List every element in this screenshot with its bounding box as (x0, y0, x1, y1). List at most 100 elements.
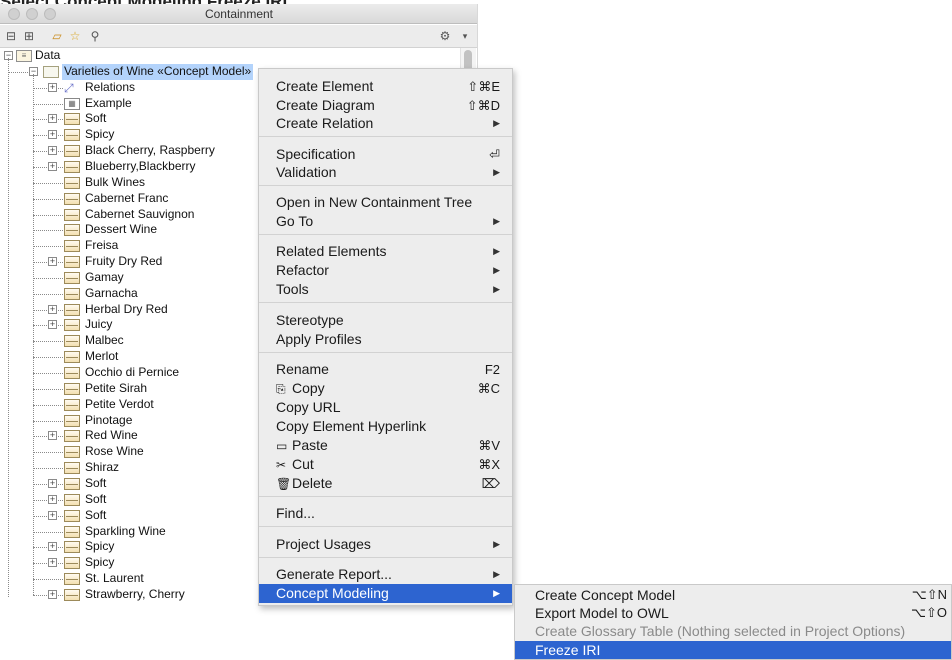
expand-toggle-icon[interactable]: + (48, 478, 57, 488)
tree-row[interactable]: Dessert Wine (0, 222, 260, 238)
tree-label: Shiraz (85, 460, 120, 475)
expand-toggle-icon[interactable]: + (48, 146, 57, 156)
menu-item-specification[interactable]: Specification ⏎ (259, 145, 512, 164)
menu-item-create-element[interactable]: Create Element ⇧⌘E (259, 77, 512, 96)
collapse-icon[interactable]: ⊟ (2, 28, 20, 45)
menu-label: Paste (292, 437, 328, 453)
submenu-arrow-icon: ▶ (493, 167, 500, 177)
menu-item-validation[interactable]: Validation ▶ (259, 163, 512, 182)
tree-row[interactable]: + Soft (0, 111, 260, 127)
menu-item-create-diagram[interactable]: Create Diagram ⇧⌘D (259, 96, 512, 115)
expand-toggle-icon[interactable]: + (48, 257, 57, 267)
tree-row[interactable]: Petite Verdot (0, 397, 260, 413)
tree-row[interactable]: Rose Wine (0, 444, 260, 460)
expand-toggle-icon[interactable]: + (48, 558, 57, 568)
menu-item-tools[interactable]: Tools ▶ (259, 280, 512, 299)
dropdown-icon[interactable]: ▾ (456, 28, 474, 45)
menu-label: Create Concept Model (535, 587, 676, 603)
menu-item-find[interactable]: Find... (259, 504, 512, 523)
tree-row[interactable]: Merlot (0, 349, 260, 365)
tree-row[interactable]: Occhio di Pernice (0, 365, 260, 381)
tree-row-root[interactable]: − ≡ Data (0, 48, 460, 64)
menu-item-copy-hyperlink[interactable]: Copy Element Hyperlink (259, 417, 512, 436)
menu-item-open-new-tree[interactable]: Open in New Containment Tree (259, 193, 512, 212)
class-icon (64, 382, 80, 395)
tree-row[interactable]: + Herbal Dry Red (0, 302, 260, 318)
menu-item-cut[interactable]: ✂ Cut ⌘X (259, 455, 512, 474)
tree-row[interactable]: + Soft (0, 492, 260, 508)
menu-item-delete[interactable]: 🗑Delete ⌦ (259, 474, 512, 493)
menu-item-refactor[interactable]: Refactor ▶ (259, 261, 512, 280)
trash-icon: 🗑 (276, 477, 292, 491)
expand-toggle-icon[interactable]: + (48, 589, 57, 599)
tree-row[interactable]: + Black Cherry, Raspberry (0, 143, 260, 159)
menu-separator (259, 136, 512, 137)
tree-row[interactable]: ▦ Example (0, 96, 260, 112)
tree-row[interactable]: + Red Wine (0, 428, 260, 444)
menu-item-concept-modeling[interactable]: Concept Modeling ▶ (259, 584, 512, 603)
expand-toggle-icon[interactable]: + (48, 114, 57, 124)
tree-row[interactable]: Gamay (0, 270, 260, 286)
expand-toggle-icon[interactable]: + (48, 494, 57, 504)
expand-toggle-icon[interactable]: + (48, 130, 57, 140)
expand-toggle-icon[interactable]: + (48, 542, 57, 552)
expand-toggle-icon[interactable]: + (48, 431, 57, 441)
class-icon (64, 256, 80, 269)
tree-row[interactable]: Freisa (0, 238, 260, 254)
menu-item-go-to[interactable]: Go To ▶ (259, 212, 512, 231)
tree-row[interactable]: Garnacha (0, 286, 260, 302)
tree-row[interactable]: + Spicy (0, 555, 260, 571)
tree-row[interactable]: + Juicy (0, 317, 260, 333)
tree-row[interactable]: Malbec (0, 333, 260, 349)
menu-item-copy-url[interactable]: Copy URL (259, 398, 512, 417)
expand-toggle-icon[interactable]: + (48, 320, 57, 330)
expand-toggle-icon[interactable]: + (48, 510, 57, 520)
submenu-item-freeze-iri[interactable]: Freeze IRI (515, 641, 951, 659)
tree-row[interactable]: + Strawberry, Cherry (0, 587, 260, 603)
menu-label: Create Element (276, 78, 374, 94)
menu-item-copy[interactable]: ⎘ Copy ⌘C (259, 379, 512, 398)
expand-toggle-icon[interactable]: + (48, 304, 57, 314)
tree-label: Gamay (85, 269, 124, 284)
menu-item-apply-profiles[interactable]: Apply Profiles (259, 330, 512, 349)
tree-label: Malbec (85, 333, 124, 348)
menu-item-create-relation[interactable]: Create Relation ▶ (259, 114, 512, 133)
tree-row[interactable]: Sparkling Wine (0, 524, 260, 540)
tree-row[interactable]: Pinotage (0, 413, 260, 429)
class-icon (64, 398, 80, 411)
menu-item-paste[interactable]: ▭ Paste ⌘V (259, 436, 512, 455)
menu-item-generate-report[interactable]: Generate Report... ▶ (259, 565, 512, 584)
star-icon[interactable]: ☆ (66, 28, 84, 45)
tree-row[interactable]: + Soft (0, 476, 260, 492)
open-folder-icon[interactable]: ▱ (48, 28, 66, 45)
shortcut: ⌘X (478, 457, 500, 472)
search-icon[interactable]: ⚲ (86, 28, 104, 45)
submenu-item-create-concept-model[interactable]: Create Concept Model ⌥⇧N (515, 586, 951, 604)
menu-item-stereotype[interactable]: Stereotype (259, 311, 512, 330)
tree-row[interactable]: + Fruity Dry Red (0, 254, 260, 270)
tree-row[interactable]: + Blueberry,Blackberry (0, 159, 260, 175)
tree-row[interactable]: + Soft (0, 508, 260, 524)
menu-item-rename[interactable]: Rename F2 (259, 360, 512, 379)
tree-row[interactable]: Bulk Wines (0, 175, 260, 191)
expand-icon[interactable]: ⊞ (20, 28, 38, 45)
tree-row[interactable]: + ⤢ Relations (0, 80, 260, 96)
tree-row[interactable]: Cabernet Sauvignon (0, 207, 260, 223)
tree-row[interactable]: + Spicy (0, 539, 260, 555)
expand-toggle-icon[interactable]: + (48, 82, 57, 92)
tree-row[interactable]: Shiraz (0, 460, 260, 476)
submenu-item-export-owl[interactable]: Export Model to OWL ⌥⇧O (515, 604, 951, 622)
tree-row[interactable]: St. Laurent (0, 571, 260, 587)
tree-label: Black Cherry, Raspberry (85, 143, 215, 158)
menu-item-project-usages[interactable]: Project Usages ▶ (259, 535, 512, 554)
tree-row[interactable]: + Spicy (0, 127, 260, 143)
gear-icon[interactable]: ⚙ (436, 28, 454, 45)
tree-row[interactable]: Cabernet Franc (0, 191, 260, 207)
menu-label: Open in New Containment Tree (276, 194, 473, 210)
tree-connector (8, 71, 28, 73)
tree-label: Garnacha (85, 285, 138, 300)
expand-toggle-icon[interactable]: + (48, 161, 57, 171)
tree-label: Relations (85, 79, 136, 94)
tree-row[interactable]: Petite Sirah (0, 381, 260, 397)
menu-item-related-elements[interactable]: Related Elements ▶ (259, 242, 512, 261)
